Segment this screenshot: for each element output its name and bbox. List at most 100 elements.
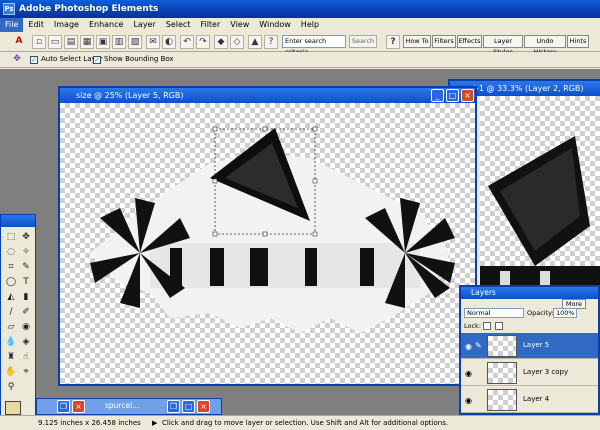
- help-icon[interactable]: ?: [264, 35, 278, 49]
- new-file-icon[interactable]: ▫: [32, 35, 46, 49]
- brush-icon[interactable]: ∕: [4, 306, 18, 318]
- document-window-main[interactable]: size @ 25% (Layer 5, RGB) _ □ ×: [58, 86, 477, 386]
- layer-row-layer-4[interactable]: ◉ Layer 4: [461, 387, 598, 413]
- restore-doc2-button[interactable]: ❐: [167, 400, 180, 413]
- tab-how-to[interactable]: How To: [403, 35, 431, 48]
- doc-back-artwork: [480, 136, 600, 296]
- sponge-tool-icon[interactable]: ◈: [19, 336, 33, 348]
- app-title-bar: Ps Adobe Photoshop Elements: [0, 0, 600, 18]
- tab-effects[interactable]: Effects: [457, 35, 482, 48]
- eye-icon[interactable]: ◉: [465, 396, 472, 405]
- tab-hints[interactable]: Hints: [567, 35, 589, 48]
- menu-filter[interactable]: Filter: [195, 18, 225, 32]
- move-tool-icon[interactable]: ✥: [19, 231, 33, 243]
- pencil-tool-icon[interactable]: ✐: [19, 306, 33, 318]
- menu-image[interactable]: Image: [49, 18, 84, 32]
- layer-row-layer-3-copy[interactable]: ◉ Layer 3 copy: [461, 360, 598, 386]
- move-tool-icon[interactable]: ✥: [10, 53, 24, 67]
- minimize-button[interactable]: _: [431, 89, 444, 102]
- save-icon[interactable]: ▦: [80, 35, 94, 49]
- auto-select-checkbox[interactable]: ✓: [30, 56, 38, 64]
- doc-main-canvas[interactable]: [60, 103, 475, 384]
- bounding-box-checkbox[interactable]: ✓: [93, 56, 101, 64]
- layers-palette: Layers More Normal Opacity: 100% Lock: ◉…: [459, 285, 600, 415]
- zoom-tool-icon[interactable]: ⚲: [4, 381, 18, 393]
- blur-tool-icon[interactable]: 💧: [4, 336, 18, 348]
- email-icon[interactable]: ✉: [146, 35, 160, 49]
- step-backward-icon[interactable]: ↶: [180, 35, 194, 49]
- lock-transparency-icon[interactable]: [483, 322, 491, 330]
- maximize-doc2-button[interactable]: □: [182, 400, 195, 413]
- close-doc2-button[interactable]: ×: [197, 400, 210, 413]
- layer-thumbnail: [487, 335, 517, 357]
- menu-view[interactable]: View: [225, 18, 254, 32]
- eye-icon[interactable]: ◉: [465, 369, 472, 378]
- maximize-button[interactable]: □: [446, 89, 459, 102]
- status-hint-icon: ▶: [152, 419, 158, 427]
- tab-layer-styles[interactable]: Layer Styles: [483, 35, 523, 56]
- opacity-label: Opacity:: [527, 309, 554, 317]
- smudge-tool-icon[interactable]: ☝: [19, 351, 33, 363]
- online-services-icon[interactable]: ◐: [162, 35, 176, 49]
- type-tool-icon[interactable]: T: [19, 276, 33, 288]
- toolbox: ⬚ ✥ ◌ ✧ ⌗ ✎ ◯ T ◭ ▮ ∕ ✐ ▱ ◉ 💧 ◈ ♜ ☝ ✋ ⌖ …: [0, 214, 36, 430]
- doc-main-title-bar: size @ 25% (Layer 5, RGB) _ □ ×: [60, 88, 475, 103]
- bounding-box-label: Show Bounding Box: [104, 55, 174, 63]
- quick-fix-icon[interactable]: ◆: [214, 35, 228, 49]
- menu-window[interactable]: Window: [254, 18, 296, 32]
- menu-file[interactable]: File: [0, 18, 24, 32]
- hand-tool-icon[interactable]: ✋: [4, 366, 18, 378]
- menu-edit[interactable]: Edit: [23, 18, 49, 32]
- close-button[interactable]: ×: [461, 89, 474, 102]
- adobe-icon[interactable]: A: [12, 35, 26, 49]
- browse-icon[interactable]: ▤: [64, 35, 78, 49]
- shape-tool-icon[interactable]: ◯: [4, 276, 18, 288]
- foreground-color-swatch[interactable]: [5, 401, 21, 415]
- marquee-tool-icon[interactable]: ⬚: [4, 231, 18, 243]
- print-preview-icon[interactable]: ▧: [128, 35, 142, 49]
- menu-help[interactable]: Help: [296, 18, 324, 32]
- color-variations-icon[interactable]: ◇: [230, 35, 244, 49]
- doc-main-title-text: size @ 25% (Layer 5, RGB): [76, 91, 184, 100]
- layer-row-layer-5[interactable]: ◉ ✎ Layer 5: [461, 333, 598, 359]
- blend-mode-select[interactable]: Normal: [464, 308, 524, 318]
- document-size[interactable]: 9.125 inches x 26.458 inches: [38, 416, 141, 430]
- layer-icon[interactable]: ▲: [248, 35, 262, 49]
- app-icon: Ps: [3, 3, 15, 15]
- layer-thumbnail: [487, 362, 517, 384]
- opacity-input[interactable]: 100%: [553, 308, 577, 318]
- clone-stamp-icon[interactable]: ♜: [4, 351, 18, 363]
- red-eye-icon[interactable]: ◉: [19, 321, 33, 333]
- paint-bucket-icon[interactable]: ◭: [4, 291, 18, 303]
- crop-tool-icon[interactable]: ⌗: [4, 261, 18, 273]
- status-bar: 9.125 inches x 26.458 inches ▶ Click and…: [0, 415, 600, 430]
- menu-bar: File Edit Image Enhance Layer Select Fil…: [0, 18, 600, 32]
- open-file-icon[interactable]: ▭: [48, 35, 62, 49]
- search-input[interactable]: Enter search criteria: [282, 35, 346, 56]
- eraser-tool-icon[interactable]: ▱: [4, 321, 18, 333]
- close-doc-button[interactable]: ×: [72, 400, 85, 413]
- eyedropper-icon[interactable]: ⌖: [19, 366, 33, 378]
- tab-filters[interactable]: Filters: [432, 35, 456, 48]
- search-button[interactable]: Search: [349, 35, 377, 48]
- minimized-docs-strip: ❐ × spurcel... ❐ □ ×: [36, 398, 222, 415]
- palette-well-help-icon[interactable]: ?: [386, 35, 400, 49]
- canvas-artwork: [90, 126, 455, 333]
- print-icon[interactable]: ▥: [112, 35, 126, 49]
- brush-select-icon[interactable]: ✎: [19, 261, 33, 273]
- lasso-tool-icon[interactable]: ◌: [4, 246, 18, 258]
- menu-enhance[interactable]: Enhance: [84, 18, 129, 32]
- save-web-icon[interactable]: ▣: [96, 35, 110, 49]
- menu-layer[interactable]: Layer: [128, 18, 160, 32]
- restore-doc-button[interactable]: ❐: [57, 400, 70, 413]
- lock-all-icon[interactable]: [495, 322, 503, 330]
- step-forward-icon[interactable]: ↷: [196, 35, 210, 49]
- minimized-doc-title[interactable]: spurcel...: [105, 401, 139, 410]
- doc-back-canvas[interactable]: [480, 96, 600, 309]
- layers-title: Layers: [471, 288, 496, 297]
- tab-undo-history[interactable]: Undo History: [524, 35, 566, 56]
- eye-icon[interactable]: ◉: [465, 342, 472, 351]
- gradient-tool-icon[interactable]: ▮: [19, 291, 33, 303]
- magic-wand-icon[interactable]: ✧: [19, 246, 33, 258]
- menu-select[interactable]: Select: [161, 18, 196, 32]
